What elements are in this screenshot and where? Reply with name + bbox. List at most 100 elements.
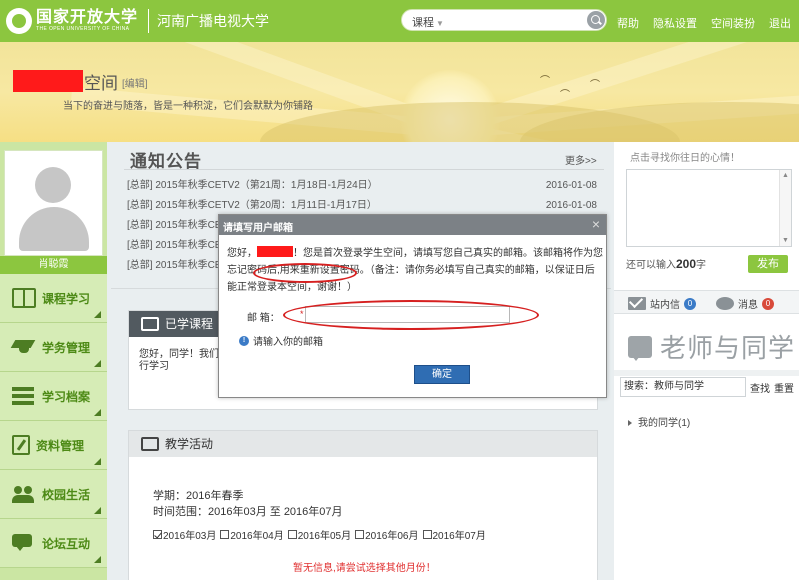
speech-bubble-icon <box>716 297 734 310</box>
sidebar-item-label: 论坛互动 <box>42 536 91 551</box>
sidebar-item-label: 校园生活 <box>42 487 91 502</box>
mood-tip[interactable]: 点击寻找你往日的心情！ <box>630 149 740 164</box>
confirm-button[interactable]: 确定 <box>414 365 470 384</box>
chevron-down-icon: ▼ <box>436 19 444 28</box>
mood-textarea[interactable]: ▲ ▼ <box>626 169 792 247</box>
privacy-settings-link[interactable]: 隐私设置 <box>653 15 697 31</box>
book-icon <box>12 288 36 308</box>
month-checkbox-03[interactable]: 2016年03月 <box>153 527 216 542</box>
graduation-cap-icon <box>12 337 36 357</box>
annotation-circle <box>283 300 539 330</box>
logout-link[interactable]: 退出 <box>769 15 791 31</box>
search-box[interactable]: 课程 ▼ <box>401 9 607 31</box>
user-name: 肖聪霞 <box>0 256 107 274</box>
sidebar-item-academic-affairs[interactable]: 学务管理 <box>0 323 107 372</box>
checkbox-icon[interactable] <box>287 530 297 539</box>
help-link[interactable]: 帮助 <box>617 15 639 31</box>
bird-icon: ⌒ <box>590 80 600 91</box>
tab-teaching-activities[interactable]: 教学活动 <box>129 431 221 457</box>
dialog-header: 请填写用户邮箱 × <box>219 215 606 235</box>
space-banner: ⌒ ⌒ ⌒ 空间 [编辑] 当下的奋进与随落，皆是一种积淀，它们会默默为你铺路 <box>0 42 799 142</box>
chat-icon <box>12 533 36 553</box>
reset-button[interactable]: 重置 <box>774 380 794 395</box>
checkbox-checked-icon[interactable] <box>153 530 162 539</box>
sidebar-menu: 课程学习 学务管理 学习档案 资料管理 校园生活 论坛互动 <box>0 274 107 568</box>
left-sidebar: 肖聪霞 课程学习 学务管理 学习档案 资料管理 校园生活 论坛互动 <box>0 142 107 580</box>
list-icon <box>12 386 36 406</box>
list-item[interactable]: [总部] 2015年秋季CETV2（第21周：1月18日-1月24日） 2016-… <box>127 176 597 196</box>
notification-count-badge: 0 <box>762 297 774 310</box>
email-label: 邮 箱： <box>247 313 280 324</box>
month-checkbox-04[interactable]: 2016年04月 <box>220 527 284 542</box>
list-item[interactable]: [总部] 2015年秋季CETV2（第20周：1月11日-1月17日） 2016-… <box>127 196 597 216</box>
avatar[interactable] <box>4 150 103 256</box>
scroll-down-icon[interactable]: ▼ <box>782 237 789 244</box>
sidebar-item-course-study[interactable]: 课程学习 <box>0 274 107 323</box>
logo[interactable]: 国家开放大学 THE OPEN UNIVERSITY OF CHINA 河南广播… <box>6 6 269 36</box>
find-button[interactable]: 查找 <box>750 380 770 395</box>
right-sidebar: 点击寻找你往日的心情！ ▲ ▼ 还可以输入200字 发布 站内信 0 消息 0 … <box>614 142 799 580</box>
scrollbar[interactable]: ▲ ▼ <box>779 170 791 246</box>
avatar-placeholder-icon <box>35 167 71 203</box>
search-scope-select[interactable]: 课程 ▼ <box>412 14 444 30</box>
month-checkbox-05[interactable]: 2016年05月 <box>287 527 351 542</box>
chat-bubble-icon <box>628 335 652 361</box>
info-icon: ! <box>239 335 249 346</box>
sidebar-item-materials[interactable]: 资料管理 <box>0 421 107 470</box>
char-count: 还可以输入200字 <box>626 257 707 271</box>
classmate-search-actions: 查找 重置 <box>750 380 794 395</box>
teachers-classmates-title: 老师与同学 <box>660 334 796 364</box>
top-links: 帮助 隐私设置 空间装扮 退出 <box>617 15 791 31</box>
dialog-title: 请填写用户邮箱 <box>223 223 293 234</box>
redacted-name <box>257 246 293 257</box>
learned-courses-text: 您好，同学！我们行学习 <box>139 349 219 372</box>
space-decor-link[interactable]: 空间装扮 <box>711 15 755 31</box>
corner-triangle-icon <box>94 556 101 563</box>
inbox-link[interactable]: 站内信 0 <box>628 296 696 311</box>
close-icon[interactable]: × <box>592 216 600 232</box>
my-classmates-item[interactable]: 我的同学(1) <box>628 414 690 429</box>
window-icon <box>141 437 159 451</box>
annotation-circle <box>253 263 357 283</box>
divider <box>614 370 799 376</box>
envelope-icon <box>628 297 646 310</box>
edit-space-link[interactable]: [编辑] <box>122 75 148 90</box>
time-range-label: 时间范围：2016年03月 至 2016年07月 <box>153 506 343 518</box>
month-checkbox-07[interactable]: 2016年07月 <box>422 527 486 542</box>
publish-button[interactable]: 发布 <box>748 255 788 273</box>
teachers-classmates-header: 老师与同学 <box>628 328 795 365</box>
corner-triangle-icon <box>94 311 101 318</box>
term-label: 学期：2016年春季 <box>153 490 244 502</box>
sidebar-item-label: 资料管理 <box>36 438 85 453</box>
sidebar-item-label: 学习档案 <box>42 389 91 404</box>
expand-arrow-icon[interactable] <box>628 420 632 427</box>
no-data-message: 暂无信息,请尝试选择其他月份！ <box>293 563 436 574</box>
sidebar-item-campus-life[interactable]: 校园生活 <box>0 470 107 519</box>
teaching-activities-panel: 教学活动 学期：2016年春季 时间范围：2016年03月 至 2016年07月… <box>128 430 598 580</box>
sidebar-item-label: 课程学习 <box>42 291 91 306</box>
checkbox-icon[interactable] <box>422 530 432 539</box>
logo-divider <box>148 9 150 33</box>
corner-triangle-icon <box>94 409 101 416</box>
university-logo-icon <box>6 8 32 34</box>
sidebar-item-study-records[interactable]: 学习档案 <box>0 372 107 421</box>
people-icon <box>12 484 36 504</box>
checkbox-icon[interactable] <box>220 530 230 539</box>
search-icon[interactable] <box>587 11 605 29</box>
open-book-icon <box>141 317 159 331</box>
email-dialog: 请填写用户邮箱 × 您好， ！您是首次登录学生空间，请填写您自己真实的邮箱。该邮箱… <box>218 214 607 398</box>
tab-learned-courses[interactable]: 已学课程 <box>129 311 221 337</box>
bird-icon: ⌒ <box>560 90 570 101</box>
divider <box>124 169 604 170</box>
notice-more-link[interactable]: 更多>> <box>565 152 597 167</box>
school-name: 河南广播电视大学 <box>157 13 270 29</box>
month-checkbox-06[interactable]: 2016年06月 <box>355 527 419 542</box>
checkbox-icon[interactable] <box>355 530 365 539</box>
notifications-link[interactable]: 消息 0 <box>716 296 774 311</box>
sidebar-item-forum[interactable]: 论坛互动 <box>0 519 107 568</box>
corner-triangle-icon <box>94 507 101 514</box>
classmate-search-input[interactable]: 搜索：教师与同学 <box>620 377 746 397</box>
scroll-up-icon[interactable]: ▲ <box>782 172 789 179</box>
corner-triangle-icon <box>94 458 101 465</box>
bird-icon: ⌒ <box>540 76 550 87</box>
